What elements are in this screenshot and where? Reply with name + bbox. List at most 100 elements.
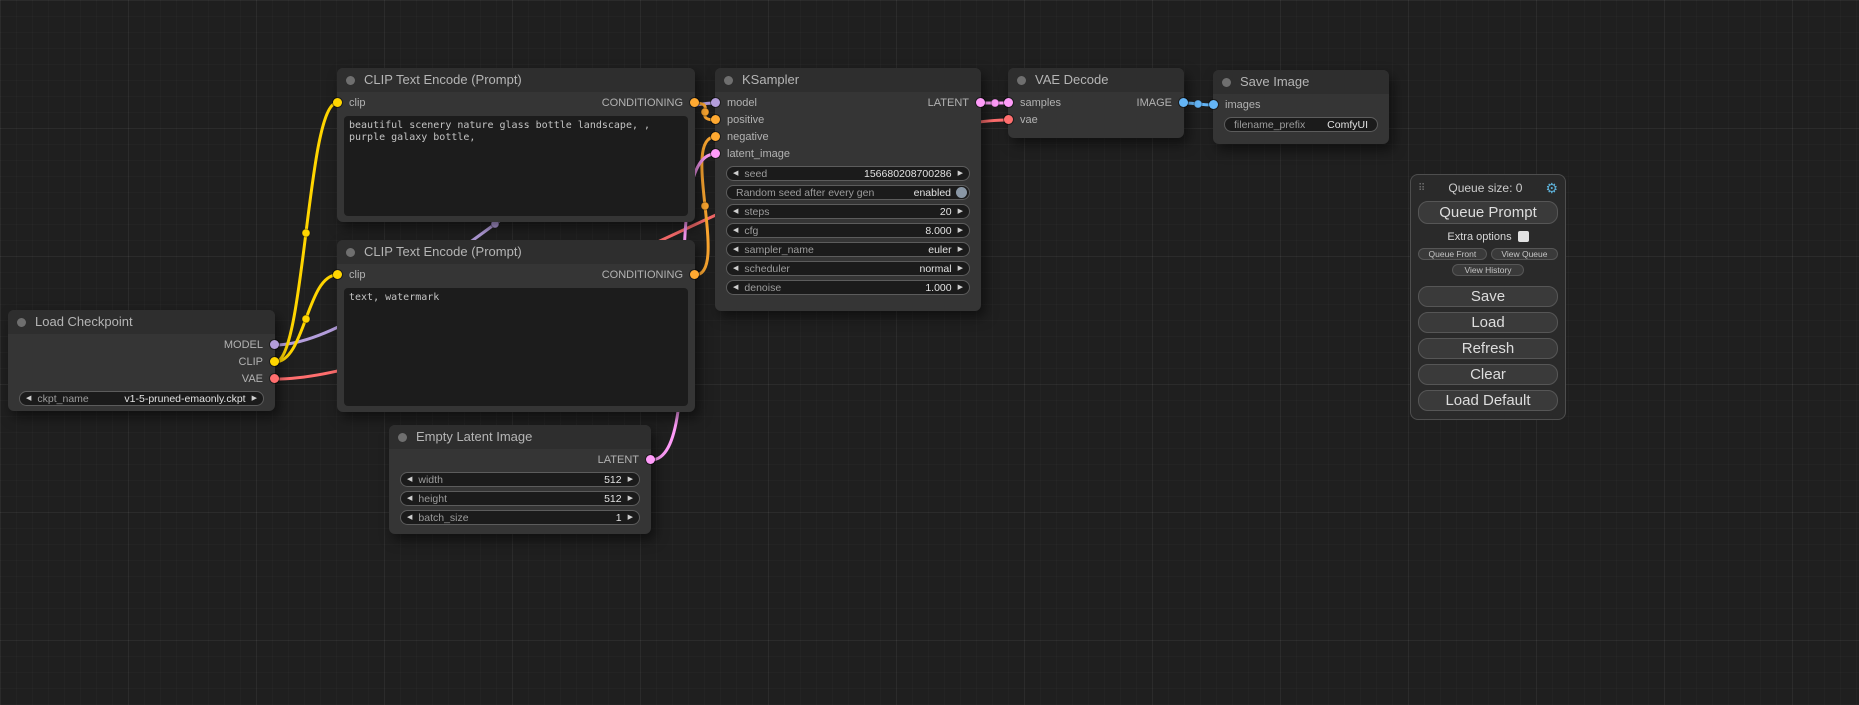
queue-size-label: Queue size: 0 [1448, 181, 1522, 195]
node-title-bar[interactable]: VAE Decode [1008, 68, 1184, 92]
negative-input-dot[interactable] [711, 132, 720, 141]
next-value-icon[interactable]: ▶ [952, 262, 969, 275]
slot-label: CONDITIONING [602, 269, 683, 281]
node-load-checkpoint[interactable]: Load Checkpoint MODEL CLIP VAE ◀ ckpt_na… [8, 310, 275, 411]
latent-image-input-dot[interactable] [711, 149, 720, 158]
batch-size-widget[interactable]: ◀ batch_size 1 ▶ [400, 510, 640, 525]
seed-widget[interactable]: ◀ seed 156680208700286 ▶ [726, 166, 970, 181]
save-button[interactable]: Save [1418, 286, 1558, 307]
increment-icon[interactable]: ▶ [952, 205, 969, 218]
widget-name: denoise [744, 282, 781, 294]
node-ksampler[interactable]: KSampler model LATENT positive negative … [715, 68, 981, 311]
height-widget[interactable]: ◀ height 512 ▶ [400, 491, 640, 506]
ckpt-name-widget[interactable]: ◀ ckpt_name v1-5-pruned-emaonly.ckpt ▶ [19, 391, 264, 406]
prev-value-icon[interactable]: ◀ [727, 243, 744, 256]
slot-label: LATENT [928, 97, 969, 109]
queue-panel: ⠿ Queue size: 0 ⚙ Queue Prompt Extra opt… [1410, 174, 1566, 420]
images-input-dot[interactable] [1209, 100, 1218, 109]
collapse-dot-icon[interactable] [17, 318, 26, 327]
clear-button[interactable]: Clear [1418, 364, 1558, 385]
slot-label: CONDITIONING [602, 97, 683, 109]
collapse-dot-icon[interactable] [1222, 78, 1231, 87]
drag-handle-icon[interactable]: ⠿ [1418, 183, 1425, 194]
extra-options-label: Extra options [1447, 231, 1511, 243]
vae-output-dot[interactable] [270, 374, 279, 383]
cfg-widget[interactable]: ◀ cfg 8.000 ▶ [726, 223, 970, 238]
decrement-icon[interactable]: ◀ [727, 167, 744, 180]
prompt-textarea[interactable]: beautiful scenery nature glass bottle la… [344, 116, 688, 216]
node-title: Load Checkpoint [35, 314, 133, 329]
output-slot-vae: VAE [8, 370, 275, 387]
toggle-knob[interactable] [956, 187, 967, 198]
node-title-bar[interactable]: Save Image [1213, 70, 1389, 94]
positive-input-dot[interactable] [711, 115, 720, 124]
load-button[interactable]: Load [1418, 312, 1558, 333]
view-queue-button[interactable]: View Queue [1491, 248, 1558, 260]
increment-icon[interactable]: ▶ [952, 224, 969, 237]
node-title-bar[interactable]: CLIP Text Encode (Prompt) [337, 240, 695, 264]
decrement-icon[interactable]: ◀ [727, 224, 744, 237]
widget-name: seed [744, 168, 767, 180]
queue-front-button[interactable]: Queue Front [1418, 248, 1487, 260]
extra-options-checkbox[interactable] [1518, 231, 1529, 242]
increment-icon[interactable]: ▶ [622, 492, 639, 505]
prompt-textarea[interactable]: text, watermark [344, 288, 688, 406]
filename-prefix-widget[interactable]: filename_prefix ComfyUI [1224, 117, 1378, 132]
collapse-dot-icon[interactable] [398, 433, 407, 442]
decrement-icon[interactable]: ◀ [727, 205, 744, 218]
clip-output-dot[interactable] [270, 357, 279, 366]
node-save-image[interactable]: Save Image images filename_prefix ComfyU… [1213, 70, 1389, 144]
decrement-icon[interactable]: ◀ [401, 473, 418, 486]
node-title-bar[interactable]: Load Checkpoint [8, 310, 275, 334]
random-seed-toggle-widget[interactable]: Random seed after every gen enabled [726, 185, 970, 200]
node-vae-decode[interactable]: VAE Decode samples IMAGE vae [1008, 68, 1184, 138]
slot-label: LATENT [598, 454, 639, 466]
prev-value-icon[interactable]: ◀ [20, 392, 37, 405]
latent-output-dot[interactable] [646, 455, 655, 464]
node-title-bar[interactable]: KSampler [715, 68, 981, 92]
clip-input-dot[interactable] [333, 270, 342, 279]
scheduler-widget[interactable]: ◀ scheduler normal ▶ [726, 261, 970, 276]
settings-gear-icon[interactable]: ⚙ [1545, 180, 1558, 197]
sampler-name-widget[interactable]: ◀ sampler_name euler ▶ [726, 242, 970, 257]
node-empty-latent-image[interactable]: Empty Latent Image LATENT ◀ width 512 ▶ … [389, 425, 651, 534]
increment-icon[interactable]: ▶ [952, 281, 969, 294]
next-value-icon[interactable]: ▶ [246, 392, 263, 405]
image-output-dot[interactable] [1179, 98, 1188, 107]
node-graph-canvas[interactable]: Load Checkpoint MODEL CLIP VAE ◀ ckpt_na… [0, 0, 1859, 705]
steps-widget[interactable]: ◀ steps 20 ▶ [726, 204, 970, 219]
widget-name: ckpt_name [37, 393, 88, 405]
increment-icon[interactable]: ▶ [622, 473, 639, 486]
conditioning-output-dot[interactable] [690, 98, 699, 107]
prev-value-icon[interactable]: ◀ [727, 262, 744, 275]
collapse-dot-icon[interactable] [346, 248, 355, 257]
collapse-dot-icon[interactable] [1017, 76, 1026, 85]
decrement-icon[interactable]: ◀ [727, 281, 744, 294]
slot-label: negative [727, 131, 769, 143]
clip-input-dot[interactable] [333, 98, 342, 107]
decrement-icon[interactable]: ◀ [401, 511, 418, 524]
collapse-dot-icon[interactable] [724, 76, 733, 85]
load-default-button[interactable]: Load Default [1418, 390, 1558, 411]
refresh-button[interactable]: Refresh [1418, 338, 1558, 359]
increment-icon[interactable]: ▶ [622, 511, 639, 524]
latent-output-dot[interactable] [976, 98, 985, 107]
queue-prompt-button[interactable]: Queue Prompt [1418, 201, 1558, 224]
model-input-dot[interactable] [711, 98, 720, 107]
node-clip-text-encode-negative[interactable]: CLIP Text Encode (Prompt) clip CONDITION… [337, 240, 695, 412]
decrement-icon[interactable]: ◀ [401, 492, 418, 505]
denoise-widget[interactable]: ◀ denoise 1.000 ▶ [726, 280, 970, 295]
width-widget[interactable]: ◀ width 512 ▶ [400, 472, 640, 487]
collapse-dot-icon[interactable] [346, 76, 355, 85]
node-title-bar[interactable]: CLIP Text Encode (Prompt) [337, 68, 695, 92]
vae-input-dot[interactable] [1004, 115, 1013, 124]
conditioning-output-dot[interactable] [690, 270, 699, 279]
node-title-bar[interactable]: Empty Latent Image [389, 425, 651, 449]
view-history-button[interactable]: View History [1452, 264, 1524, 276]
increment-icon[interactable]: ▶ [952, 167, 969, 180]
node-clip-text-encode-positive[interactable]: CLIP Text Encode (Prompt) clip CONDITION… [337, 68, 695, 222]
slot-label: images [1225, 99, 1260, 111]
next-value-icon[interactable]: ▶ [952, 243, 969, 256]
samples-input-dot[interactable] [1004, 98, 1013, 107]
model-output-dot[interactable] [270, 340, 279, 349]
